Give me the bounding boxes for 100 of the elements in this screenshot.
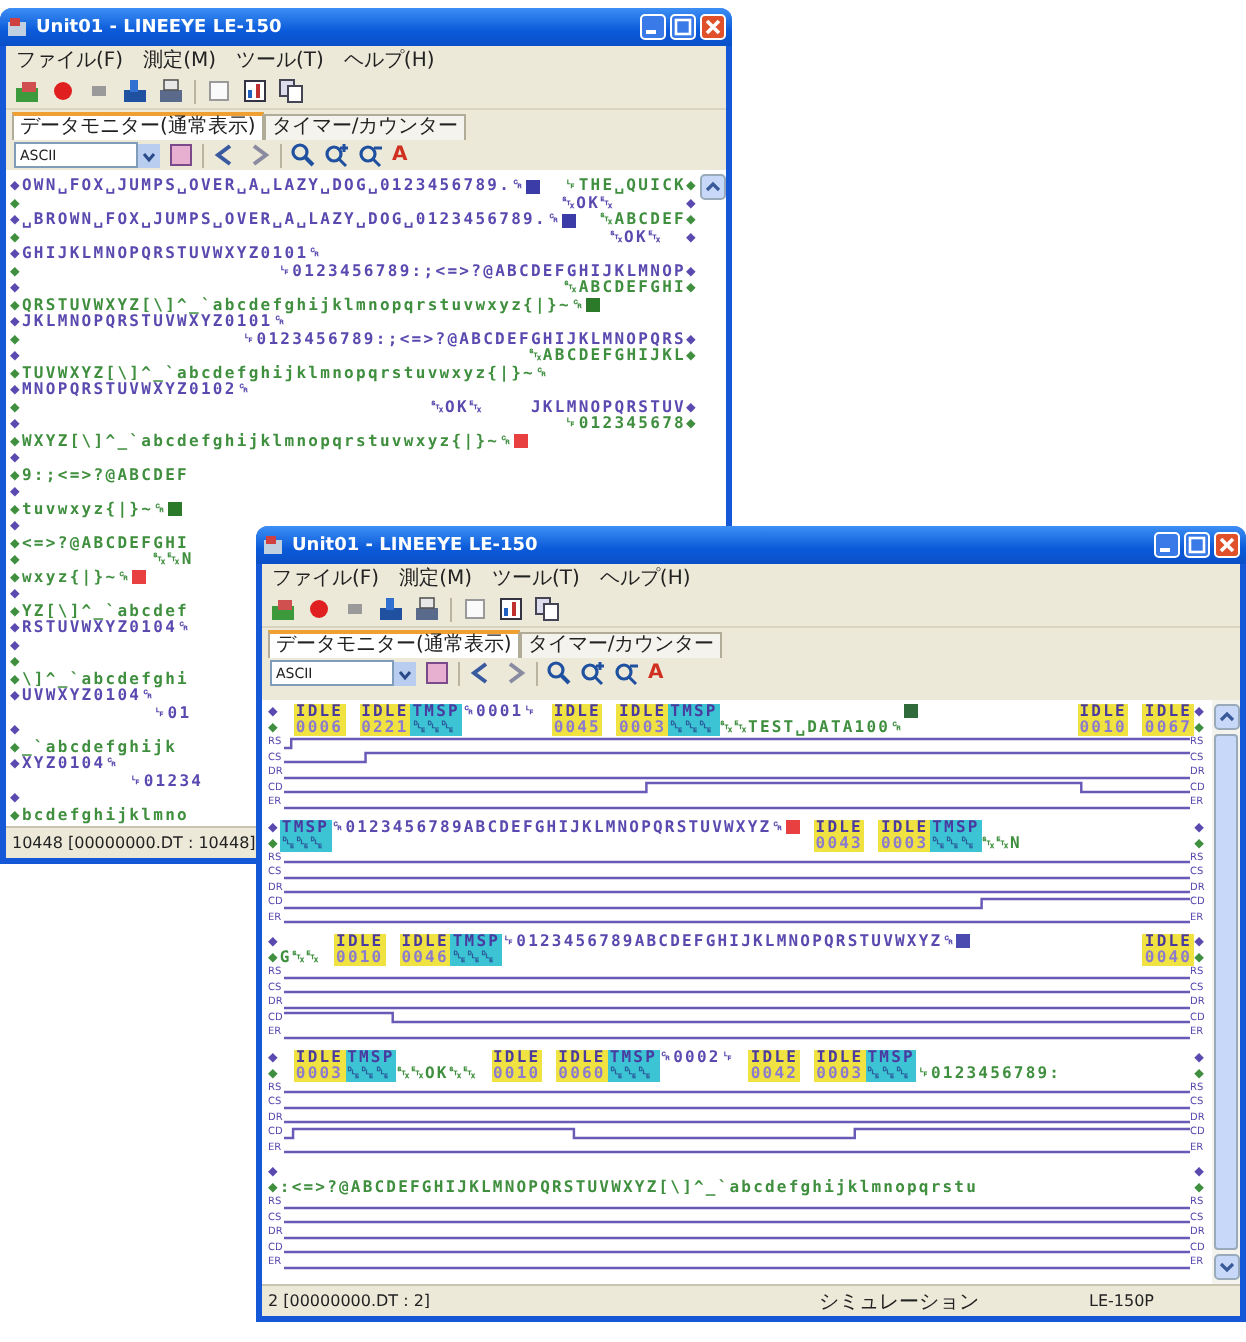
chart-icon[interactable] <box>498 596 524 622</box>
sent-data: ◆ <box>1194 704 1206 720</box>
idle-label: IDLE <box>1144 704 1193 720</box>
received-data: ◆<=>?@ABCDEFGHI <box>10 535 189 552</box>
menu-item[interactable]: 測定(M) <box>143 46 216 74</box>
menu-item[interactable]: ヘルプ(H) <box>599 564 691 592</box>
idle-label: IDLE <box>401 934 449 950</box>
idle-label: IDLE <box>750 1049 799 1065</box>
scroll-thumb[interactable] <box>1214 734 1238 1250</box>
close-button[interactable] <box>700 14 726 40</box>
menu-item[interactable]: ファイル(F) <box>16 46 124 74</box>
sent-data: ◆ <box>10 450 22 467</box>
timestamp-value: ␐␐␐ <box>670 720 715 736</box>
idle-label: IDLE <box>361 704 409 720</box>
sent-data: ◆ <box>10 518 22 535</box>
idle-label: IDLE <box>553 704 601 720</box>
received-data: ◆wxyz{|}~␍ <box>10 569 132 586</box>
blank-page-icon[interactable] <box>462 596 488 622</box>
sent-data: ␊0123456789ABCDEFGHIJKLMNOPQRSTUVWXYZ␍ <box>502 934 957 950</box>
sent-data: ◆ <box>10 722 22 739</box>
idle-count: 0060 <box>558 1065 606 1081</box>
received-data: ◆ <box>1194 720 1206 736</box>
sent-data: ◆ <box>10 586 22 603</box>
received-data: ◆9:;<=>?@ABCDEF <box>10 467 189 484</box>
received-data: ◆ <box>268 1065 280 1081</box>
sent-data: ◆XYZ0104␍ <box>10 756 120 773</box>
timestamp-value: ␐␐␐ <box>281 835 327 851</box>
received-data: ◆\]^_`abcdefghi <box>10 671 189 688</box>
received-data: ◆ <box>10 399 22 416</box>
menu-item[interactable]: 測定(M) <box>399 564 472 592</box>
zoom-in-icon[interactable] <box>324 142 350 168</box>
idle-label: IDLE <box>493 1049 541 1065</box>
idle-count: 0010 <box>1079 720 1127 736</box>
sent-data: ◆ <box>268 704 280 720</box>
idle-count: 0010 <box>336 950 384 966</box>
menu-item[interactable]: ファイル(F) <box>272 564 380 592</box>
close-button[interactable] <box>1214 532 1240 558</box>
scroll-up-button[interactable] <box>699 174 725 200</box>
grid-icon[interactable] <box>168 142 194 168</box>
tmsp-label: TMSP <box>609 1049 658 1065</box>
menu-item[interactable]: ツール(T) <box>236 46 324 74</box>
zoom-icon[interactable] <box>290 142 316 168</box>
copy-icon[interactable] <box>534 596 560 622</box>
received-data: ◆bcdefghijklmno <box>10 807 189 824</box>
scroll-up-button[interactable] <box>1213 704 1239 730</box>
sent-data: ◆ <box>268 819 280 835</box>
sent-data: ␂OK␃ ◆ <box>562 195 698 212</box>
received-data: ␊0123456789: <box>916 1065 1062 1081</box>
idle-count: 0221 <box>361 720 409 736</box>
minimize-button[interactable] <box>640 14 666 40</box>
received-data: ◆ <box>1194 950 1206 966</box>
font-button[interactable]: A <box>392 143 408 167</box>
received-data: ◆ <box>268 720 280 736</box>
minimize-button[interactable] <box>1154 532 1180 558</box>
received-data: ◆_`abcdefghijk <box>10 739 178 756</box>
grid-icon[interactable] <box>424 660 450 686</box>
idle-label: IDLE <box>558 1049 606 1065</box>
received-data: ◆WXYZ[\]^_`abcdefghijklmnopqrstuvwxyz{|}~␍ <box>10 433 514 450</box>
timestamp-value: ␐␐␐ <box>412 720 458 736</box>
scroll-down-button[interactable] <box>1213 1254 1239 1280</box>
tab[interactable]: データモニター(通常表示) <box>268 630 520 658</box>
record-icon[interactable] <box>50 78 76 104</box>
sent-data: ◆ <box>10 348 22 365</box>
tmsp-label: TMSP <box>867 1049 915 1065</box>
menu-item[interactable]: ツール(T) <box>492 564 580 592</box>
zoom-icon[interactable] <box>546 660 572 686</box>
zoom-out-icon[interactable] <box>358 142 384 168</box>
timestamp-value: ␐␐␐ <box>452 950 498 966</box>
printer-icon[interactable] <box>414 596 440 622</box>
status-text: シミュレーション <box>819 1289 979 1315</box>
timestamp-value: ␐␐␐ <box>867 1065 913 1081</box>
tab[interactable]: タイマー/カウンター <box>263 114 467 140</box>
tab[interactable]: タイマー/カウンター <box>519 632 723 658</box>
maximize-button[interactable] <box>670 14 696 40</box>
idle-label: IDLE <box>815 819 863 835</box>
zoom-out-icon[interactable] <box>614 660 640 686</box>
received-data: ◆ <box>1194 1065 1206 1081</box>
sent-data: ◆ <box>1194 934 1206 950</box>
copy-icon[interactable] <box>278 78 304 104</box>
zoom-in-icon[interactable] <box>580 660 606 686</box>
sent-data: ␊01234 <box>127 773 204 790</box>
menu-item[interactable]: ヘルプ(H) <box>343 46 435 74</box>
idle-label: IDLE <box>618 704 667 720</box>
sent-data: ◆ <box>268 1049 280 1065</box>
chart-icon[interactable] <box>242 78 268 104</box>
sent-data: ◆OWN␣FOX␣JUMPS␣OVER␣A␣LAZY␣DOG␣0123456789.␍ <box>10 178 526 195</box>
printer-icon[interactable] <box>158 78 184 104</box>
received-data: ␂ABCDEF◆ <box>600 212 698 229</box>
sent-data: ␂OK␃ ◆ <box>609 229 698 246</box>
maximize-button[interactable] <box>1184 532 1210 558</box>
blank-page-icon[interactable] <box>206 78 232 104</box>
received-data: ◆ <box>1194 835 1206 851</box>
received-data: ◆ <box>1194 1180 1206 1196</box>
font-button[interactable]: A <box>648 661 664 685</box>
sent-data: ◆ <box>268 934 282 950</box>
idle-label: IDLE <box>295 704 344 720</box>
idle-count: 0042 <box>750 1065 799 1081</box>
idle-label: IDLE <box>1079 704 1127 720</box>
tab[interactable]: データモニター(通常表示) <box>12 112 264 140</box>
record-icon[interactable] <box>306 596 332 622</box>
